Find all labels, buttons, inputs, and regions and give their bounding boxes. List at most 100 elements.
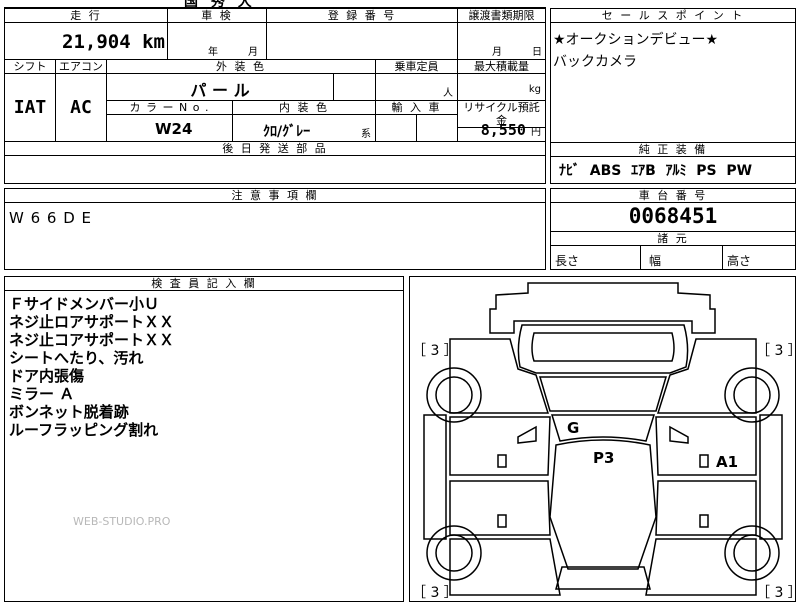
inspector-line: シートへたり、汚れ xyxy=(9,349,144,367)
recycle-value-wrap: 8,550 円 xyxy=(481,120,541,139)
mileage-cell: 走 行 21,904 km xyxy=(4,8,168,60)
inspector-box: 検 査 員 記 入 欄 Ｆサイドメンバー小Ｕ ネジ止ロアサポートＸＸ ネジ止コア… xyxy=(4,276,404,602)
notes-label: 注 意 事 項 欄 xyxy=(5,189,545,203)
capacity-label: 乗車定員 xyxy=(376,60,457,74)
left-mirror xyxy=(517,425,537,444)
capacity-cell: 乗車定員 人 xyxy=(375,59,458,101)
ac-label: エアコン xyxy=(56,60,106,74)
registration-cell: 登 録 番 号 xyxy=(266,8,458,60)
specs-height-label: 高さ xyxy=(727,254,752,268)
inspector-line: ネジ止ロアサポートＸＸ xyxy=(9,313,175,331)
handle-lf xyxy=(497,454,507,468)
mark-a1: A1 xyxy=(716,453,738,471)
chassis-value: 0068451 xyxy=(628,204,718,228)
left-rear-fender xyxy=(449,538,561,596)
import-cell: 輸 入 車 xyxy=(375,100,458,142)
maxload-unit: kg xyxy=(528,84,541,95)
inspection-label: 車 検 xyxy=(168,9,266,23)
recycle-value: 8,550 xyxy=(480,121,526,139)
shipping-label: 後 日 発 送 部 品 xyxy=(5,142,545,156)
shift-cell: シフト IAT xyxy=(4,59,56,142)
left-front-fender xyxy=(449,338,550,414)
right-mirror xyxy=(669,425,689,444)
exterior-divider xyxy=(333,73,334,101)
import-label: 輸 入 車 xyxy=(376,101,457,115)
watermark: WEB-STUDIO.PRO xyxy=(73,515,171,528)
chassis-label: 車 台 番 号 xyxy=(551,189,795,203)
recycle-unit: 円 xyxy=(531,127,541,138)
maxload-label: 最大積載量 xyxy=(458,60,545,74)
color-no-value: W24 xyxy=(155,120,193,138)
interior-cell: 内 装 色 ｸﾛ/ｸﾞﾚｰ 系 xyxy=(232,100,376,142)
capacity-unit: 人 xyxy=(443,88,453,99)
handle-rr xyxy=(699,514,709,528)
ac-cell: エアコン AC xyxy=(55,59,107,142)
wheel-rl xyxy=(426,525,482,581)
tire-bracket-tl: ［ 3 ］ xyxy=(412,343,458,359)
specs-width-cell: 幅 xyxy=(641,246,723,270)
inspection-year: 年 xyxy=(208,47,218,58)
mileage-unit: km xyxy=(142,31,165,53)
transfer-label: 譲渡書類期限 xyxy=(458,9,545,23)
interior-label: 内 装 色 xyxy=(233,101,375,115)
hood xyxy=(517,324,689,374)
rear-window xyxy=(555,566,651,590)
notes-value: W 6 6 D E xyxy=(9,209,93,227)
inspector-line: ミラー Ａ xyxy=(9,385,75,403)
wheel-rr xyxy=(724,525,780,581)
handle-lr xyxy=(497,514,507,528)
exterior-value: パ ー ル xyxy=(190,81,250,100)
notes-box: 注 意 事 項 欄 W 6 6 D E xyxy=(4,188,546,270)
sales-line-1: ★オークションデビュー★ xyxy=(553,32,719,48)
mileage-label: 走 行 xyxy=(5,9,167,23)
shift-value: IAT xyxy=(13,97,47,118)
wheel-fl-inner xyxy=(435,376,473,414)
inspection-cell: 車 検 年 月 xyxy=(167,8,267,60)
tire-bracket-tr: ［ 3 ］ xyxy=(756,343,795,359)
color-no-cell: カ ラ ー N o . W24 xyxy=(106,100,233,142)
mark-g: G xyxy=(567,419,579,437)
wheel-fr-inner xyxy=(733,376,771,414)
inspector-line: ネジ止コアサポートＸＸ xyxy=(9,331,175,349)
wheel-fr xyxy=(724,367,780,423)
standard-equipment-label: 純 正 装 備 xyxy=(551,143,795,157)
chassis-box: 車 台 番 号 0068451 諸 元 長さ 幅 高さ xyxy=(550,188,796,270)
tire-bracket-bl: ［ 3 ］ xyxy=(412,585,458,601)
registration-label: 登 録 番 号 xyxy=(267,9,457,23)
right-sill xyxy=(759,414,783,540)
transfer-day: 日 xyxy=(532,47,542,58)
mark-p3: P3 xyxy=(593,449,614,467)
left-sill xyxy=(423,414,447,540)
maxload-cell: 最大積載量 kg xyxy=(457,59,546,101)
car-diagram-box: ［ 3 ］ ［ 3 ］ ［ 3 ］ ［ 3 ］ G P3 A1 xyxy=(409,276,796,602)
shift-label: シフト xyxy=(5,60,55,74)
transfer-month: 月 xyxy=(492,47,502,58)
exterior-label: 外 装 色 xyxy=(107,60,375,74)
sales-line-2: バックカメラ xyxy=(553,54,637,70)
vehicle-info-table: 国 秀 大 走 行 21,904 km 車 検 年 月 登 録 番 号 譲渡書類… xyxy=(4,0,546,184)
right-front-fender xyxy=(656,338,757,414)
sales-point-box: セ ー ル ス ポ イ ン ト ★オークションデビュー★ バックカメラ xyxy=(550,8,796,143)
specs-width-label: 幅 xyxy=(649,254,662,268)
handle-rf xyxy=(699,454,709,468)
recycle-cell: リサイクル預託金 8,550 円 xyxy=(457,100,546,142)
sales-point-label: セ ー ル ス ポ イ ン ト xyxy=(551,9,795,23)
color-no-label: カ ラ ー N o . xyxy=(107,101,232,115)
mileage-value-wrap: 21,904 km xyxy=(62,31,165,53)
hood-inner xyxy=(531,332,675,362)
windshield xyxy=(538,376,668,412)
specs-height-cell: 高さ xyxy=(723,246,795,270)
inspector-line: ドア内張傷 xyxy=(9,367,85,385)
ac-value: AC xyxy=(70,97,92,118)
mileage-value: 21,904 xyxy=(62,31,131,53)
standard-equipment-box: 純 正 装 備 ﾅﾋﾞ ABS ｴｱB ｱﾙﾐ PS PW xyxy=(550,142,796,184)
specs-row: 長さ 幅 高さ xyxy=(551,246,795,270)
wheel-fl xyxy=(426,367,482,423)
interior-suffix: 系 xyxy=(361,129,371,140)
interior-value: ｸﾛ/ｸﾞﾚｰ xyxy=(263,124,311,140)
transfer-cell: 譲渡書類期限 月 日 xyxy=(457,8,546,60)
specs-length-cell: 長さ xyxy=(551,246,641,270)
specs-label: 諸 元 xyxy=(551,232,795,246)
exterior-cell: 外 装 色 パ ー ル xyxy=(106,59,376,101)
right-rear-fender xyxy=(645,538,757,596)
